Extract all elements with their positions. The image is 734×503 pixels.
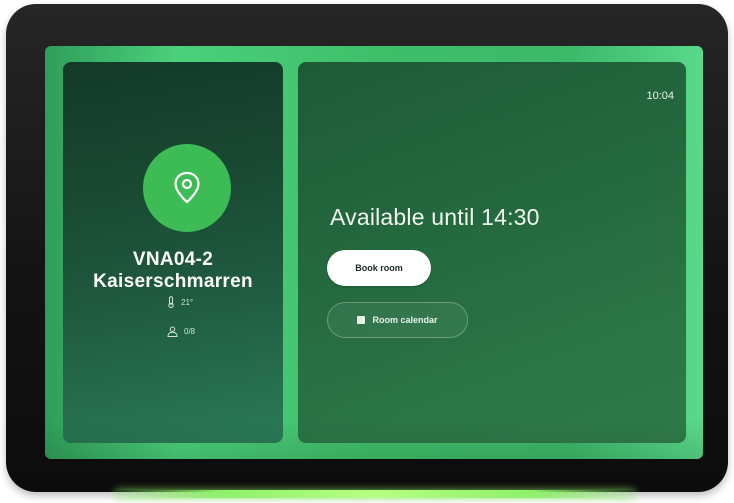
calendar-icon [357,316,366,324]
book-room-button[interactable]: Book room [327,250,431,286]
room-booking-device: VNA04-2 Kaiserschmarren 21° 0/8 10:04 Av… [6,4,728,492]
temperature-stat: 21° [167,296,193,308]
room-name-line1: VNA04-2 [132,249,214,270]
people-icon [167,326,178,337]
booking-panel: 10:04 Available until 14:30 Book room Ro… [298,62,686,443]
clock: 10:04 [646,90,674,102]
map-pin-icon [174,171,200,204]
thermometer-icon [168,296,174,308]
device-screen: VNA04-2 Kaiserschmarren 21° 0/8 10:04 Av… [45,46,703,459]
room-calendar-label: Room calendar [372,315,438,325]
room-info-panel: VNA04-2 Kaiserschmarren 21° 0/8 [63,62,283,443]
status-led-bar [115,490,635,498]
room-calendar-button[interactable]: Room calendar [327,302,468,338]
room-name-line2: Kaiserschmarren [93,271,253,292]
temperature-value: 21° [181,297,194,307]
capacity-value: 0/8 [184,327,196,336]
availability-status: Available until 14:30 [330,204,540,230]
capacity-stat: 0/8 [167,326,195,337]
location-badge [143,144,231,232]
